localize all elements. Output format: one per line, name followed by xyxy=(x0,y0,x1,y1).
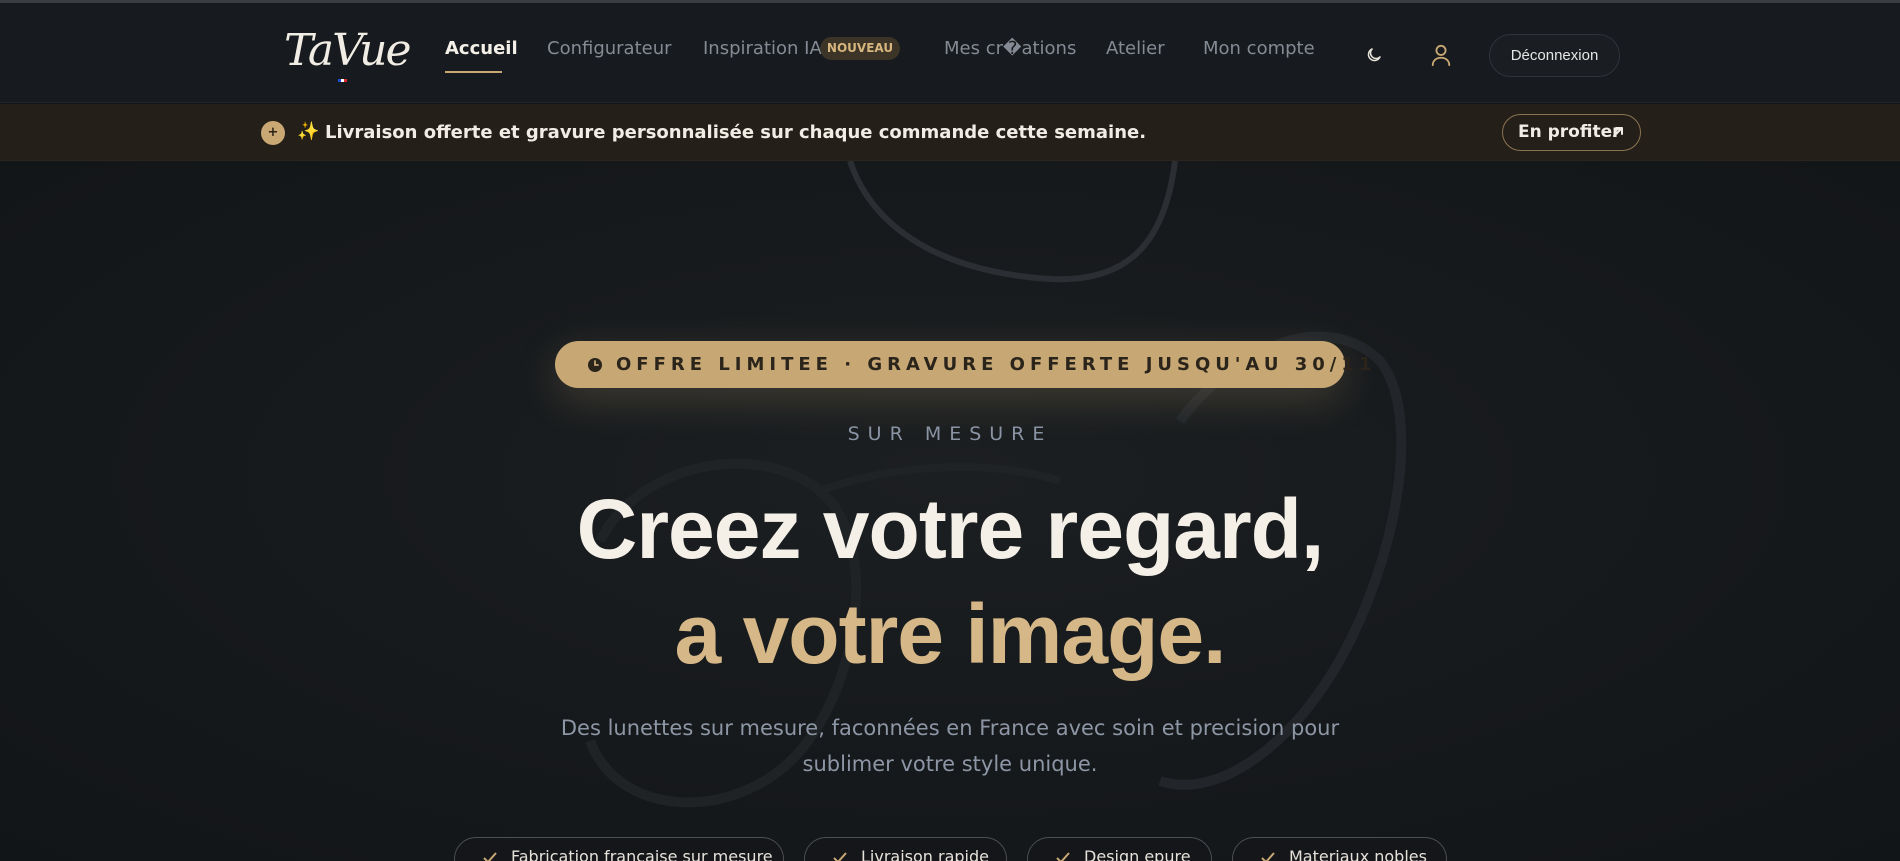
feature-chip: Design epure xyxy=(1027,837,1212,861)
promo-cta-button[interactable]: En profiter xyxy=(1502,114,1641,151)
sparkle-icon: ✨ xyxy=(297,121,320,142)
feature-chip: Fabrication francaise sur mesure xyxy=(454,837,784,861)
hero-subtitle: Des lunettes sur mesure, faconnées en Fr… xyxy=(560,716,1340,776)
hero-title-line2: a votre image. xyxy=(674,587,1227,681)
nav-item-inspiration-ia[interactable]: Inspiration IA xyxy=(703,37,822,61)
logout-button[interactable]: Déconnexion xyxy=(1489,34,1620,77)
promo-cta-label: En profiter xyxy=(1518,122,1621,142)
feature-chip: Livraison rapide xyxy=(804,837,1007,861)
french-flag-icon xyxy=(338,79,347,82)
nav-item-configurateur[interactable]: Configurateur xyxy=(547,37,672,61)
feature-chip-label: Fabrication francaise sur mesure xyxy=(511,847,773,861)
new-badge: NOUVEAU xyxy=(820,37,900,60)
check-icon xyxy=(1056,852,1070,861)
hero-title-line1: Creez votre regard, xyxy=(576,482,1325,576)
clock-icon xyxy=(588,358,602,372)
nav-item-atelier[interactable]: Atelier xyxy=(1106,37,1165,61)
top-navbar: TaVue Accueil Configurateur Inspiration … xyxy=(0,3,1900,103)
promo-text: Livraison offerte et gravure personnalis… xyxy=(325,122,1147,143)
promo-banner: + ✨ Livraison offerte et gravure personn… xyxy=(0,104,1900,161)
arrow-up-right-icon xyxy=(1613,127,1623,137)
feature-chip: Materiaux nobles xyxy=(1232,837,1447,861)
brand-logo[interactable]: TaVue xyxy=(284,23,412,87)
feature-chip-label: Livraison rapide xyxy=(861,847,989,861)
limited-offer-text: OFFRE LIMITEE · GRAVURE OFFERTE JUSQU'AU… xyxy=(616,354,1377,375)
feature-chips: Fabrication francaise sur mesure Livrais… xyxy=(0,837,1900,861)
check-icon xyxy=(833,852,847,861)
nav-item-mon-compte[interactable]: Mon compte xyxy=(1203,37,1315,61)
feature-chip-label: Materiaux nobles xyxy=(1289,847,1427,861)
user-icon xyxy=(1431,44,1451,67)
limited-offer-pill[interactable]: OFFRE LIMITEE · GRAVURE OFFERTE JUSQU'AU… xyxy=(555,341,1371,388)
check-icon xyxy=(1261,852,1275,861)
hero-eyebrow: SUR MESURE xyxy=(847,423,1053,445)
nav-item-accueil[interactable]: Accueil xyxy=(445,37,518,61)
brand-logo-text: TaVue xyxy=(284,25,412,76)
nav-item-mes-creations[interactable]: Mes cr�ations xyxy=(944,37,1076,61)
user-account-button[interactable] xyxy=(1427,41,1455,69)
check-icon xyxy=(483,852,497,861)
nav-active-indicator xyxy=(445,71,502,73)
plus-icon[interactable]: + xyxy=(261,121,285,145)
feature-chip-label: Design epure xyxy=(1084,847,1191,861)
moon-icon xyxy=(1367,48,1381,62)
hero-section: OFFRE LIMITEE · GRAVURE OFFERTE JUSQU'AU… xyxy=(0,161,1900,861)
theme-toggle-button[interactable] xyxy=(1360,41,1388,69)
